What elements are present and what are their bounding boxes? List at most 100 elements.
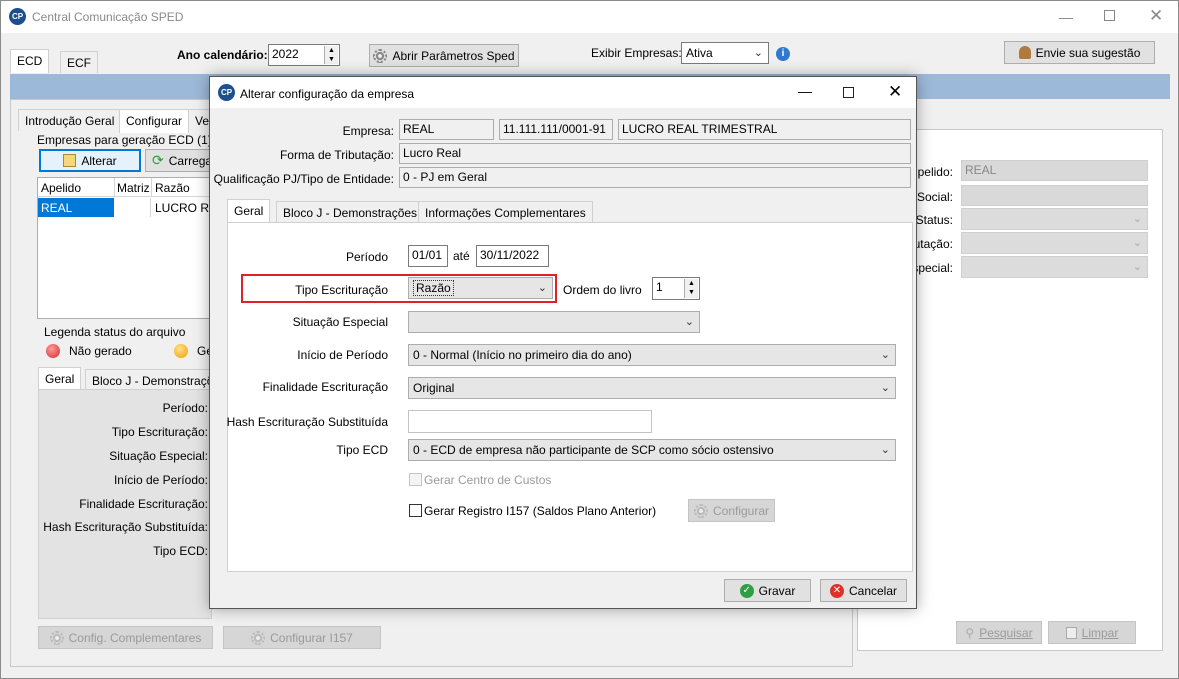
detail-tab-bloco-j[interactable]: Bloco J - Demonstraçõ (85, 369, 212, 391)
forma-tributacao-label: Forma de Tributação: (279, 148, 394, 162)
close-icon[interactable]: ✕ (1149, 6, 1163, 26)
ano-value: 2022 (272, 47, 299, 61)
dialog-close-icon[interactable]: ✕ (888, 82, 902, 102)
dialog-tab-bloco-j[interactable]: Bloco J - Demonstrações (276, 201, 425, 223)
cell-apelido-text: REAL (41, 201, 73, 215)
right-status-select[interactable]: ⌄ (961, 208, 1148, 230)
ordem-livro-input[interactable]: 1 ▲ ▼ (652, 277, 700, 300)
dialog-tab-geral[interactable]: Geral (227, 199, 271, 223)
inicio-periodo-label: Início de Período (297, 348, 388, 362)
dialog-tab-bloco-j-label: Bloco J - Demonstrações (283, 206, 418, 220)
ordem-livro-spinner[interactable]: ▲ ▼ (684, 279, 698, 298)
qualificacao-field[interactable]: 0 - PJ em Geral (399, 167, 911, 188)
tab-ecd[interactable]: ECD (10, 49, 50, 73)
right-status-label: Status: (915, 213, 953, 227)
tab-ecf-label: ECF (67, 56, 91, 70)
periodo-inicio-field[interactable]: 01/01 (408, 245, 448, 267)
gerar-centro-custos-checkbox[interactable] (409, 473, 422, 486)
orange-status-icon (174, 344, 188, 358)
ano-input[interactable]: 2022 ▲ ▼ (268, 44, 340, 66)
forma-tributacao-value: Lucro Real (403, 146, 462, 160)
gerar-centro-custos-label: Gerar Centro de Custos (424, 473, 552, 487)
app-logo-icon: CP (9, 8, 26, 25)
configurar-i157-label: Configurar I157 (270, 630, 353, 645)
periodo-fim-field[interactable]: 30/11/2022 (476, 245, 549, 267)
right-social-field[interactable] (961, 185, 1148, 206)
config-dialog: CP Alterar configuração da empresa — ✕ E… (209, 76, 917, 609)
minimize-icon[interactable]: — (1059, 9, 1073, 25)
qualificacao-label: Qualificação PJ/Tipo de Entidade: (213, 172, 394, 186)
right-apelido-label: pelido: (917, 165, 953, 179)
finalidade-select[interactable]: Original ⌄ (408, 377, 896, 399)
chevron-down-icon: ⌄ (880, 444, 890, 456)
dialog-tab-info-complementares[interactable]: Informações Complementares (418, 201, 593, 223)
situacao-especial-select[interactable]: ⌄ (408, 311, 700, 333)
gravar-button[interactable]: ✓ Gravar (724, 579, 811, 602)
eraser-icon (1065, 626, 1077, 639)
right-especial-label: special: (912, 261, 953, 275)
tab-ecf[interactable]: ECF (60, 51, 98, 73)
right-apelido-field[interactable]: REAL (961, 160, 1148, 181)
chevron-down-icon: ⌄ (753, 47, 763, 59)
maximize-icon[interactable] (1104, 10, 1115, 21)
detail-inicio-label: Início de Período: (113, 473, 208, 487)
col-razao[interactable]: Razão (155, 181, 190, 195)
abrir-parametros-button[interactable]: Abrir Parâmetros Sped (369, 44, 519, 67)
cancel-icon: ✕ (829, 583, 844, 598)
detail-tipo-ecd-label: Tipo ECD: (153, 544, 208, 558)
table-row[interactable]: REAL LUCRO RE (38, 198, 217, 217)
configurar-i157-button[interactable]: Configurar I157 (223, 626, 381, 649)
right-tributacao-select[interactable]: ⌄ (961, 232, 1148, 254)
gear-icon (373, 48, 388, 63)
empresa-nome-field[interactable]: REAL (399, 119, 494, 140)
nao-gerado-label: Não gerado (69, 344, 132, 358)
pesquisar-button[interactable]: ⚲ Pesquisar (956, 621, 1042, 644)
cancelar-button[interactable]: ✕ Cancelar (820, 579, 907, 602)
limpar-button[interactable]: Limpar (1048, 621, 1136, 644)
chevron-down-icon: ⌄ (684, 316, 694, 328)
detail-tab-geral[interactable]: Geral (38, 367, 82, 391)
configurar-label: Configurar (712, 503, 770, 518)
gravar-label: Gravar (758, 583, 796, 598)
hash-label: Hash Escrituração Substituída (226, 415, 388, 429)
config-complementares-button[interactable]: Config. Complementares (38, 626, 213, 649)
subtab-configurar[interactable]: Configurar (119, 109, 190, 133)
cancelar-label: Cancelar (848, 583, 898, 598)
empresas-group-title: Empresas para geração ECD (1) (37, 133, 212, 147)
hash-input[interactable] (408, 410, 652, 433)
envie-sugestao-label: Envie sua sugestão (1035, 45, 1141, 60)
tipo-ecd-select[interactable]: 0 - ECD de empresa não participante de S… (408, 439, 896, 461)
detail-situacao-label: Situação Especial: (109, 449, 208, 463)
detail-hash-label: Hash Escrituração Substituída: (43, 520, 208, 534)
col-apelido[interactable]: Apelido (41, 181, 81, 195)
configurar-button[interactable]: Configurar (688, 499, 775, 522)
dialog-maximize-icon[interactable] (843, 87, 854, 98)
gear-icon (49, 630, 64, 645)
gerar-i157-checkbox[interactable] (409, 504, 422, 517)
right-tributacao-label: utação: (913, 237, 953, 251)
tipo-escrituracao-select[interactable]: Razão ⌄ (408, 277, 553, 299)
envie-sugestao-button[interactable]: Envie sua sugestão (1004, 41, 1155, 64)
periodo-inicio-value: 01/01 (412, 248, 443, 262)
col-matriz[interactable]: Matriz (117, 181, 150, 195)
empresa-razao-field[interactable]: LUCRO REAL TRIMESTRAL (618, 119, 911, 140)
right-especial-select[interactable]: ⌄ (961, 256, 1148, 278)
carregar-button[interactable]: ⟳ Carrega (145, 149, 211, 172)
user-icon (1018, 46, 1031, 59)
alterar-button[interactable]: Alterar (39, 149, 141, 172)
subtab-introducao[interactable]: Introdução Geral (18, 109, 122, 131)
dialog-minimize-icon[interactable]: — (798, 83, 812, 99)
dialog-title: Alterar configuração da empresa (240, 87, 415, 101)
tipo-escrituracao-label: Tipo Escrituração (295, 283, 388, 297)
ano-spinner[interactable]: ▲ ▼ (324, 46, 338, 64)
qualificacao-value: 0 - PJ em Geral (403, 170, 488, 184)
forma-tributacao-field[interactable]: Lucro Real (399, 143, 911, 164)
empresas-table[interactable]: Apelido Matriz Razão REAL LUCRO RE (37, 177, 217, 319)
exibir-select[interactable]: Ativa ⌄ (681, 42, 769, 64)
inicio-periodo-select[interactable]: 0 - Normal (Início no primeiro dia do an… (408, 344, 896, 366)
empresa-cnpj-field[interactable]: 11.111.111/0001-91 (499, 119, 613, 140)
info-icon[interactable]: i (776, 47, 790, 61)
exibir-label: Exibir Empresas: (591, 46, 682, 60)
alterar-label: Alterar (81, 153, 117, 168)
periodo-fim-value: 30/11/2022 (480, 248, 540, 262)
